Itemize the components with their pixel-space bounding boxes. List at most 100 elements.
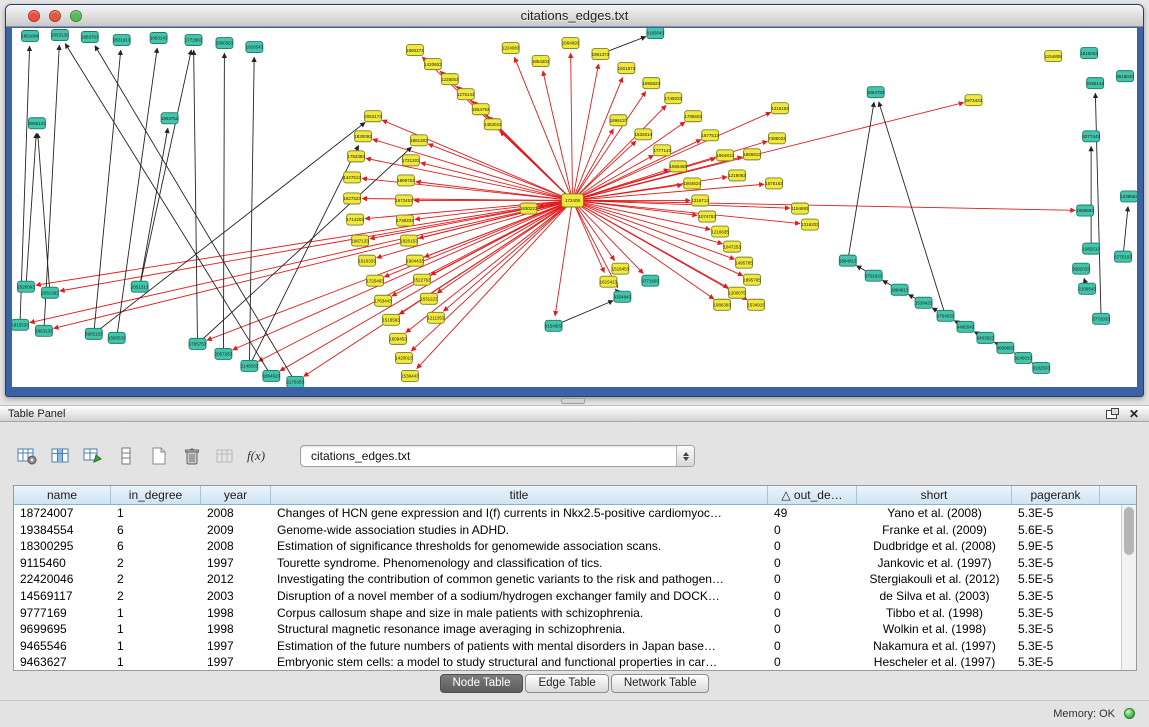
cell-name[interactable]: 9465546	[14, 638, 111, 655]
graph-node[interactable]: 1215183	[771, 103, 789, 114]
cell-year[interactable]: 2003	[201, 588, 271, 605]
graph-node[interactable]: 1696137	[610, 115, 628, 126]
graph-node[interactable]: 9362033	[1072, 263, 1090, 274]
graph-node[interactable]: 1877513	[701, 130, 719, 141]
graph-node[interactable]: 1745033	[664, 93, 682, 104]
cell-out_de[interactable]: 49	[768, 505, 857, 522]
delete-icon[interactable]	[179, 443, 205, 469]
tab-node-table[interactable]: Node Table	[440, 674, 524, 693]
graph-node[interactable]: 9155143	[1086, 78, 1104, 89]
graph-node[interactable]: 2060563	[216, 38, 234, 49]
column-header-pagerank[interactable]: pagerank	[1012, 486, 1100, 505]
cell-pagerank[interactable]: 5.3E-5	[1012, 555, 1100, 572]
graph-node[interactable]: 1777143	[654, 145, 672, 156]
graph-node[interactable]: 1518583	[382, 314, 400, 325]
graph-node[interactable]: 1534915	[747, 299, 765, 310]
table-row[interactable]: 1938455462009Genome-wide association stu…	[14, 522, 1136, 539]
cell-in_degree[interactable]: 1	[111, 638, 201, 655]
cell-out_de[interactable]: 0	[768, 638, 857, 655]
cell-title[interactable]: Disruption of a novel member of a sodium…	[271, 588, 768, 605]
cell-name[interactable]: 9463627	[14, 654, 111, 671]
table-mode-icon[interactable]	[14, 443, 40, 469]
cell-in_degree[interactable]: 6	[111, 522, 201, 539]
cell-year[interactable]: 2008	[201, 505, 271, 522]
graph-node[interactable]: 9277443	[1082, 131, 1100, 142]
graph-node[interactable]: 6772033	[1092, 313, 1110, 324]
graph-node[interactable]: 1224083	[502, 43, 520, 54]
graph-node[interactable]: 1664813	[716, 150, 734, 161]
graph-node[interactable]: 9154603	[545, 320, 563, 331]
table-row[interactable]: 969969511998Structural magnetic resonanc…	[14, 621, 1136, 638]
graph-node[interactable]: 1772963	[185, 35, 203, 46]
cell-title[interactable]: Estimation of significance thresholds fo…	[271, 538, 768, 555]
graph-node[interactable]: 1082513	[1082, 243, 1100, 254]
graph-node[interactable]: 1420013	[395, 352, 413, 363]
graph-node[interactable]: 1864813	[839, 255, 857, 266]
graph-node[interactable]: 1554793	[472, 104, 490, 115]
cell-in_degree[interactable]: 1	[111, 621, 201, 638]
graph-node[interactable]: 1904433	[406, 255, 424, 266]
cell-name[interactable]: 22420046	[14, 571, 111, 588]
cell-short[interactable]: Stergiakouli et al. (2012)	[857, 571, 1012, 588]
graph-node[interactable]: 1863133	[35, 325, 53, 336]
graph-node[interactable]: 1154693	[791, 203, 809, 214]
graph-node[interactable]: 9764033	[937, 310, 955, 321]
graph-node[interactable]: 1604624	[683, 178, 701, 189]
table-row[interactable]: 1872400712008Changes of HCN gene express…	[14, 505, 1136, 522]
cell-title[interactable]: Structural magnetic resonance image aver…	[271, 621, 768, 638]
cell-in_degree[interactable]: 6	[111, 538, 201, 555]
graph-node[interactable]: 1226053	[441, 74, 459, 85]
cell-year[interactable]: 1998	[201, 621, 271, 638]
cell-title[interactable]: Corpus callosum shape and size in male p…	[271, 605, 768, 622]
graph-node[interactable]: 1854203	[532, 56, 550, 67]
graph-node[interactable]: 1664093	[562, 38, 580, 49]
graph-node[interactable]: 1627523	[343, 193, 361, 204]
cell-pagerank[interactable]: 5.5E-5	[1012, 571, 1100, 588]
column-header-name[interactable]: name	[14, 486, 111, 505]
import-table-icon[interactable]	[212, 443, 238, 469]
graph-node[interactable]: 1863763	[81, 32, 99, 43]
graph-node[interactable]: 1961373	[592, 49, 610, 60]
graph-node[interactable]: 1967133	[351, 235, 369, 246]
cell-short[interactable]: Dudbridge et al. (2008)	[857, 538, 1012, 555]
graph-node[interactable]: 9518033	[1116, 71, 1134, 82]
cell-out_de[interactable]: 0	[768, 522, 857, 539]
graph-node[interactable]: 2106543	[1078, 283, 1096, 294]
cell-title[interactable]: Changes of HCN gene expression and I(f) …	[271, 505, 768, 522]
graph-node[interactable]: 1866485	[669, 161, 687, 172]
table-scrollbar[interactable]	[1121, 505, 1136, 670]
graph-node[interactable]: 172409	[562, 194, 584, 207]
graph-node[interactable]: 1861604	[21, 31, 39, 42]
graph-node[interactable]: 1820153	[400, 235, 418, 246]
cell-short[interactable]: Jankovic et al. (1997)	[857, 555, 1012, 572]
graph-node[interactable]: 7485033	[768, 133, 786, 144]
tab-network-table[interactable]: Network Table	[611, 674, 710, 693]
graph-node[interactable]: 1860273	[406, 45, 424, 56]
graph-node[interactable]: 1074763	[698, 211, 716, 222]
graph-node[interactable]: 1154808	[1045, 51, 1063, 62]
graph-node[interactable]: 1216063	[728, 170, 746, 181]
graph-node[interactable]: 1631223	[420, 293, 438, 304]
table-row[interactable]: 1830029562008Estimation of significance …	[14, 538, 1136, 555]
graph-node[interactable]: 1830223	[520, 203, 538, 214]
graph-node[interactable]: 2053173	[364, 111, 382, 122]
cell-year[interactable]: 1998	[201, 605, 271, 622]
graph-node[interactable]: 9465543	[957, 321, 975, 332]
cell-title[interactable]: Investigating the contribution of common…	[271, 571, 768, 588]
graph-node[interactable]: 1863753	[161, 113, 179, 124]
column-header-short[interactable]: short	[857, 486, 1012, 505]
graph-node[interactable]: 1895705	[743, 274, 761, 285]
cell-in_degree[interactable]: 2	[111, 571, 201, 588]
table-scrollbar-thumb[interactable]	[1124, 507, 1134, 555]
graph-node[interactable]: 1795753	[189, 338, 207, 349]
graph-node[interactable]: 1785503	[684, 111, 702, 122]
graph-node[interactable]: 9182533	[1033, 362, 1051, 373]
graph-node[interactable]: 1463023	[484, 119, 502, 130]
graph-node[interactable]: 1200075	[728, 287, 746, 298]
cell-short[interactable]: Franke et al. (2009)	[857, 522, 1012, 539]
graph-node[interactable]: 1632614	[635, 129, 653, 140]
graph-node[interactable]: 1615423	[600, 276, 618, 287]
memory-status-icon[interactable]	[1124, 708, 1135, 719]
graph-node[interactable]: 1915533	[12, 319, 29, 330]
cell-title[interactable]: Tourette syndrome. Phenomenology and cla…	[271, 555, 768, 572]
